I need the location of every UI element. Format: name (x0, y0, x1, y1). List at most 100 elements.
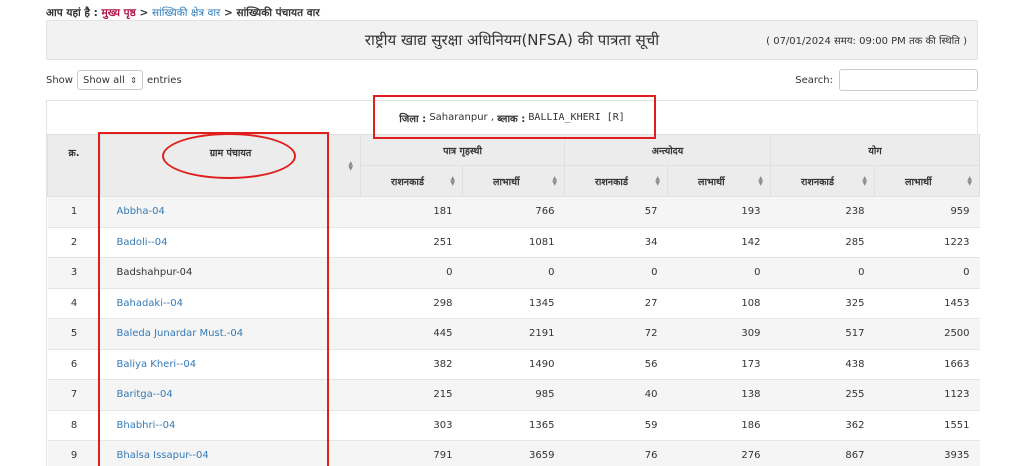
group-header-label: योग (868, 145, 882, 157)
value-cell: 1365 (462, 410, 565, 441)
beneficiary-header-label: लाभार्थी (905, 176, 932, 188)
value-cell: 445 (360, 318, 463, 350)
value-cell: 2500 (874, 318, 980, 350)
column-header-serial[interactable]: क्र. (47, 134, 101, 197)
breadcrumb-separator: > (224, 7, 233, 19)
search-label: Search: (795, 74, 833, 86)
column-group-antyodaya: अन्त्योदय (563, 134, 772, 166)
value-cell: 1345 (462, 288, 565, 319)
value-cell: 1223 (874, 227, 980, 258)
column-group-patra-grihasthi: पात्र गृहस्थी (360, 134, 565, 166)
value-cell: 40 (564, 379, 668, 411)
search-control: Search: (795, 69, 978, 91)
page-header: राष्ट्रीय खाद्य सुरक्षा अधिनियम(NFSA) की… (46, 20, 978, 60)
sort-icon: ▲ ▼ (450, 175, 455, 187)
rationcard-header-label: राशनकार्ड (801, 176, 834, 188)
value-cell: 72 (564, 318, 668, 350)
value-cell: 325 (770, 288, 875, 319)
value-cell: 0 (770, 257, 875, 289)
value-cell: 0 (360, 257, 463, 289)
value-cell: 959 (874, 196, 980, 228)
value-cell: 34 (564, 227, 668, 258)
column-header-beneficiary[interactable]: लाभार्थी ▲ ▼ (874, 165, 981, 197)
sort-icon: ▲ ▼ (348, 159, 353, 172)
value-cell: 303 (360, 410, 463, 441)
entries-select[interactable]: Show all ⇕ (76, 70, 143, 90)
value-cell: 1123 (874, 379, 980, 411)
sort-icon: ▲ ▼ (862, 175, 868, 187)
value-cell: 238 (770, 196, 875, 228)
serial-cell: 1 (47, 196, 101, 228)
value-cell: 186 (667, 410, 771, 441)
search-input[interactable] (839, 69, 978, 91)
value-cell: 57 (564, 196, 668, 228)
value-cell: 1551 (874, 410, 980, 441)
value-cell: 56 (564, 349, 668, 380)
value-cell: 108 (667, 288, 771, 319)
serial-cell: 5 (47, 318, 101, 350)
serial-cell: 4 (47, 288, 101, 319)
breadcrumb: आप यहां है : मुख्य पृष्ठ > सांख्यिकी क्ष… (46, 6, 320, 20)
value-cell: 298 (360, 288, 463, 319)
group-header-label: अन्त्योदय (651, 145, 684, 157)
breadcrumb-separator: > (139, 7, 149, 19)
value-cell: 362 (770, 410, 875, 441)
column-header-beneficiary[interactable]: लाभार्थी ▲ ▼ (666, 165, 772, 197)
status-timestamp: ( 07/01/2024 समय: 09:00 PM तक की स्थिति … (766, 36, 967, 47)
column-header-beneficiary[interactable]: लाभार्थी ▲ ▼ (462, 165, 565, 197)
serial-cell: 8 (47, 410, 101, 441)
serial-header-label: क्र. (68, 148, 80, 159)
sort-icon: ▲ ▼ (967, 175, 973, 187)
value-cell: 791 (360, 440, 463, 466)
value-cell: 1453 (874, 288, 980, 319)
entries-label: entries (146, 74, 182, 86)
value-cell: 766 (462, 196, 565, 228)
value-cell: 255 (770, 379, 875, 411)
annotation-oval-gram-header (162, 133, 296, 179)
breadcrumb-home-link[interactable]: मुख्य पृष्ठ (101, 7, 135, 19)
column-header-rationcard[interactable]: राशनकार्ड ▲ ▼ (360, 165, 463, 197)
value-cell: 0 (564, 257, 668, 289)
serial-cell: 7 (47, 379, 101, 411)
breadcrumb-area-link[interactable]: सांख्यिकी क्षेत्र वार (152, 7, 220, 19)
value-cell: 985 (462, 379, 565, 411)
value-cell: 0 (462, 257, 565, 289)
value-cell: 0 (874, 257, 980, 289)
value-cell: 251 (360, 227, 463, 258)
value-cell: 276 (667, 440, 771, 466)
annotation-box-filter (373, 95, 656, 139)
value-cell: 1490 (462, 349, 565, 380)
value-cell: 173 (667, 349, 771, 380)
value-cell: 1081 (462, 227, 565, 258)
value-cell: 181 (360, 196, 463, 228)
value-cell: 382 (360, 349, 463, 380)
serial-cell: 3 (47, 257, 101, 289)
value-cell: 27 (564, 288, 668, 319)
value-cell: 867 (770, 440, 875, 466)
annotation-box-gram-column (98, 132, 329, 466)
column-header-rationcard[interactable]: राशनकार्ड ▲ ▼ (564, 165, 668, 197)
value-cell: 59 (564, 410, 668, 441)
chevron-updown-icon: ⇕ (130, 75, 137, 85)
entries-select-value: Show all (82, 74, 125, 86)
value-cell: 285 (770, 227, 875, 258)
column-header-rationcard[interactable]: राशनकार्ड ▲ ▼ (770, 165, 876, 197)
length-control: Show Show all ⇕ entries (46, 70, 182, 90)
value-cell: 0 (667, 257, 771, 289)
beneficiary-header-label: लाभार्थी (493, 176, 520, 188)
value-cell: 215 (360, 379, 463, 411)
group-header-label: पात्र गृहस्थी (443, 145, 482, 157)
serial-cell: 2 (47, 227, 101, 258)
value-cell: 438 (770, 349, 875, 380)
beneficiary-header-label: लाभार्थी (698, 176, 725, 188)
value-cell: 517 (770, 318, 875, 350)
breadcrumb-prefix: आप यहां है : (46, 7, 98, 19)
value-cell: 142 (667, 227, 771, 258)
rationcard-header-label: राशनकार्ड (595, 176, 628, 188)
serial-cell: 6 (47, 349, 101, 380)
value-cell: 3659 (462, 440, 565, 466)
serial-cell: 9 (47, 440, 101, 466)
breadcrumb-current: सांख्यिकी पंचायत वार (236, 7, 320, 19)
value-cell: 309 (667, 318, 771, 350)
value-cell: 1663 (874, 349, 980, 380)
